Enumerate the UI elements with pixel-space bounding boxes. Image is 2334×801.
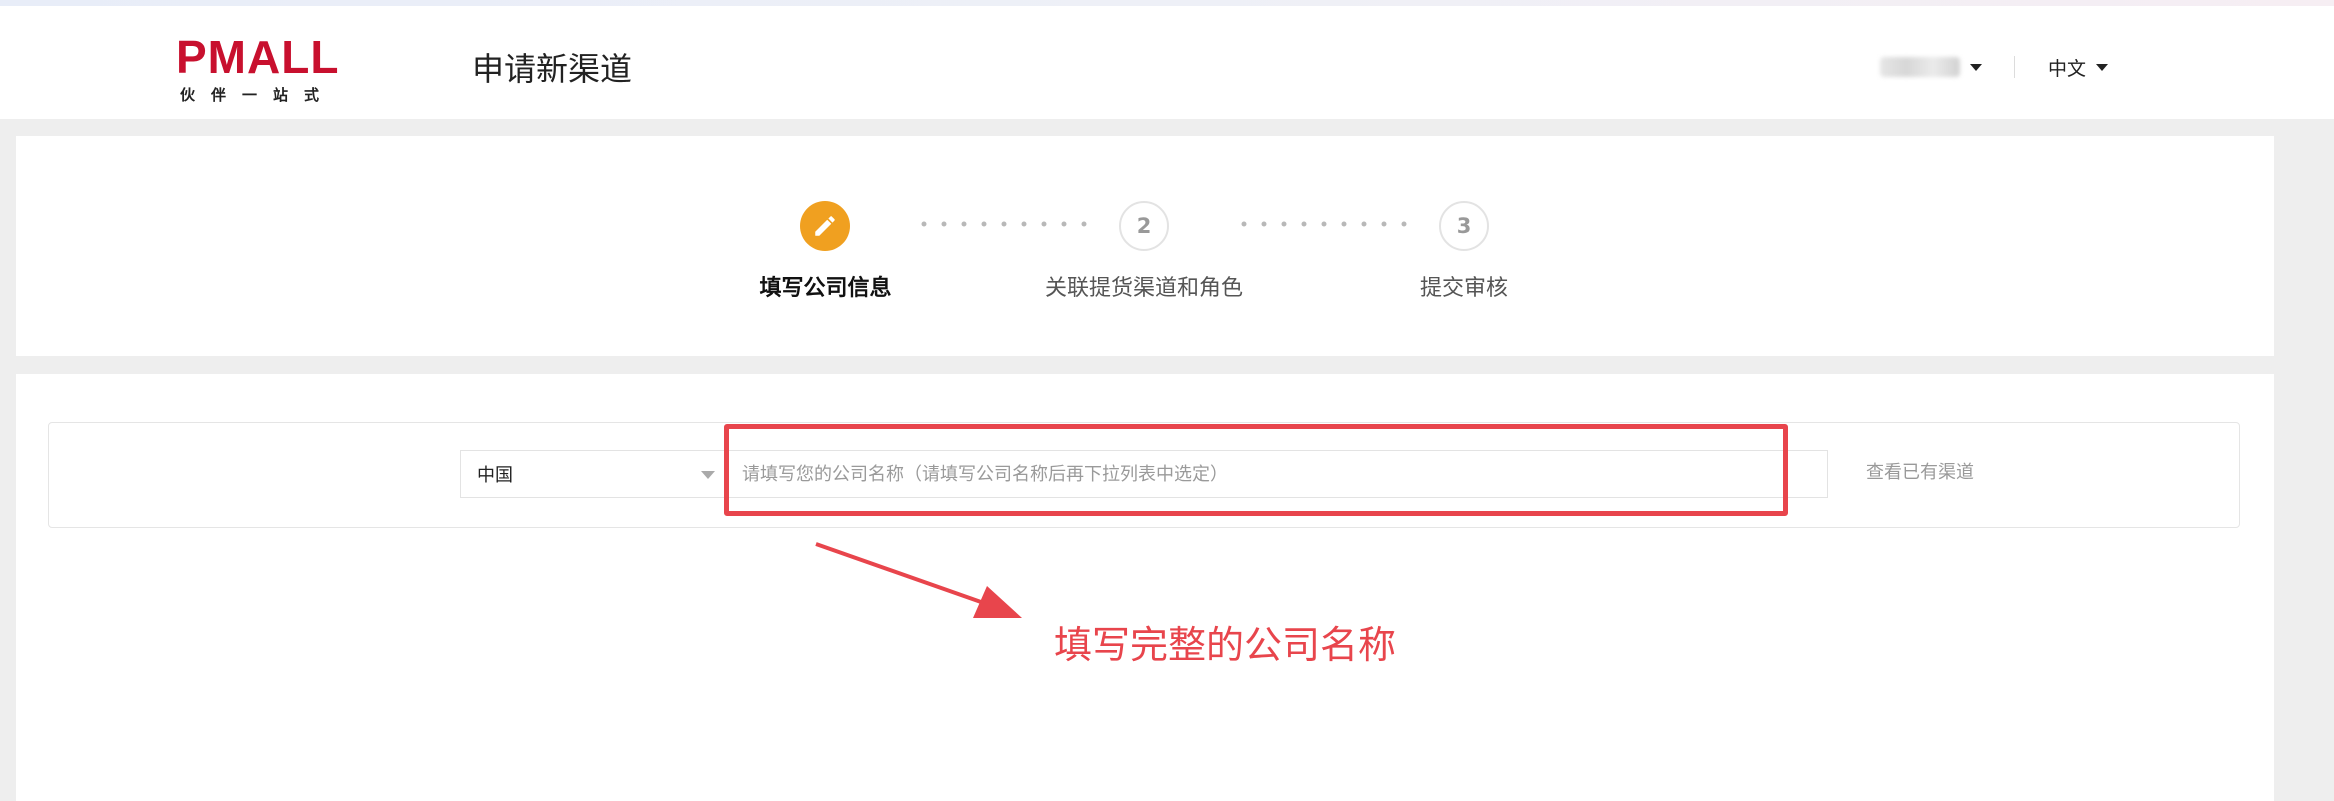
pencil-icon [815, 216, 835, 236]
caret-down-icon [1970, 63, 1982, 71]
step-3-number: 3 [1456, 214, 1472, 238]
annotation-text: 填写完整的公司名称 [1054, 623, 1397, 667]
header: PMALL 伙伴一站式 申请新渠道 中文 [0, 6, 2334, 119]
steps-card: 填写公司信息 2 关联提货渠道和角色 3 提交审核 [16, 136, 2274, 356]
step-3-circle: 3 [1439, 201, 1489, 251]
header-divider [2014, 56, 2015, 78]
country-select[interactable]: 中国 [460, 450, 728, 498]
company-name-input[interactable] [728, 450, 1828, 498]
page-title: 申请新渠道 [472, 50, 633, 88]
language-label: 中文 [2048, 57, 2087, 80]
logo-subtitle: 伙伴一站式 [180, 86, 336, 104]
logo-text: PMALL [176, 31, 340, 83]
pmall-logo[interactable]: PMALL 伙伴一站式 [176, 34, 366, 104]
step-2-label: 关联提货渠道和角色 [1044, 276, 1243, 301]
step-3-label: 提交审核 [1419, 276, 1508, 301]
chevron-down-icon [701, 471, 715, 479]
country-value: 中国 [477, 465, 513, 486]
caret-down-icon [2096, 63, 2109, 71]
step-connector-dots [1241, 221, 1407, 227]
form-card: 中国 查看已有渠道 填写完整的公司名称 [16, 374, 2274, 801]
step-2-number: 2 [1136, 214, 1152, 238]
language-menu[interactable]: 中文 [2048, 52, 2109, 82]
view-existing-channels-link[interactable]: 查看已有渠道 [1866, 458, 1974, 484]
user-menu[interactable] [1880, 52, 1982, 82]
step-2-circle: 2 [1119, 201, 1169, 251]
user-name-blurred [1880, 57, 1960, 77]
step-connector-dots [921, 221, 1087, 227]
step-1-label: 填写公司信息 [759, 276, 892, 301]
step-1-circle [800, 201, 850, 251]
